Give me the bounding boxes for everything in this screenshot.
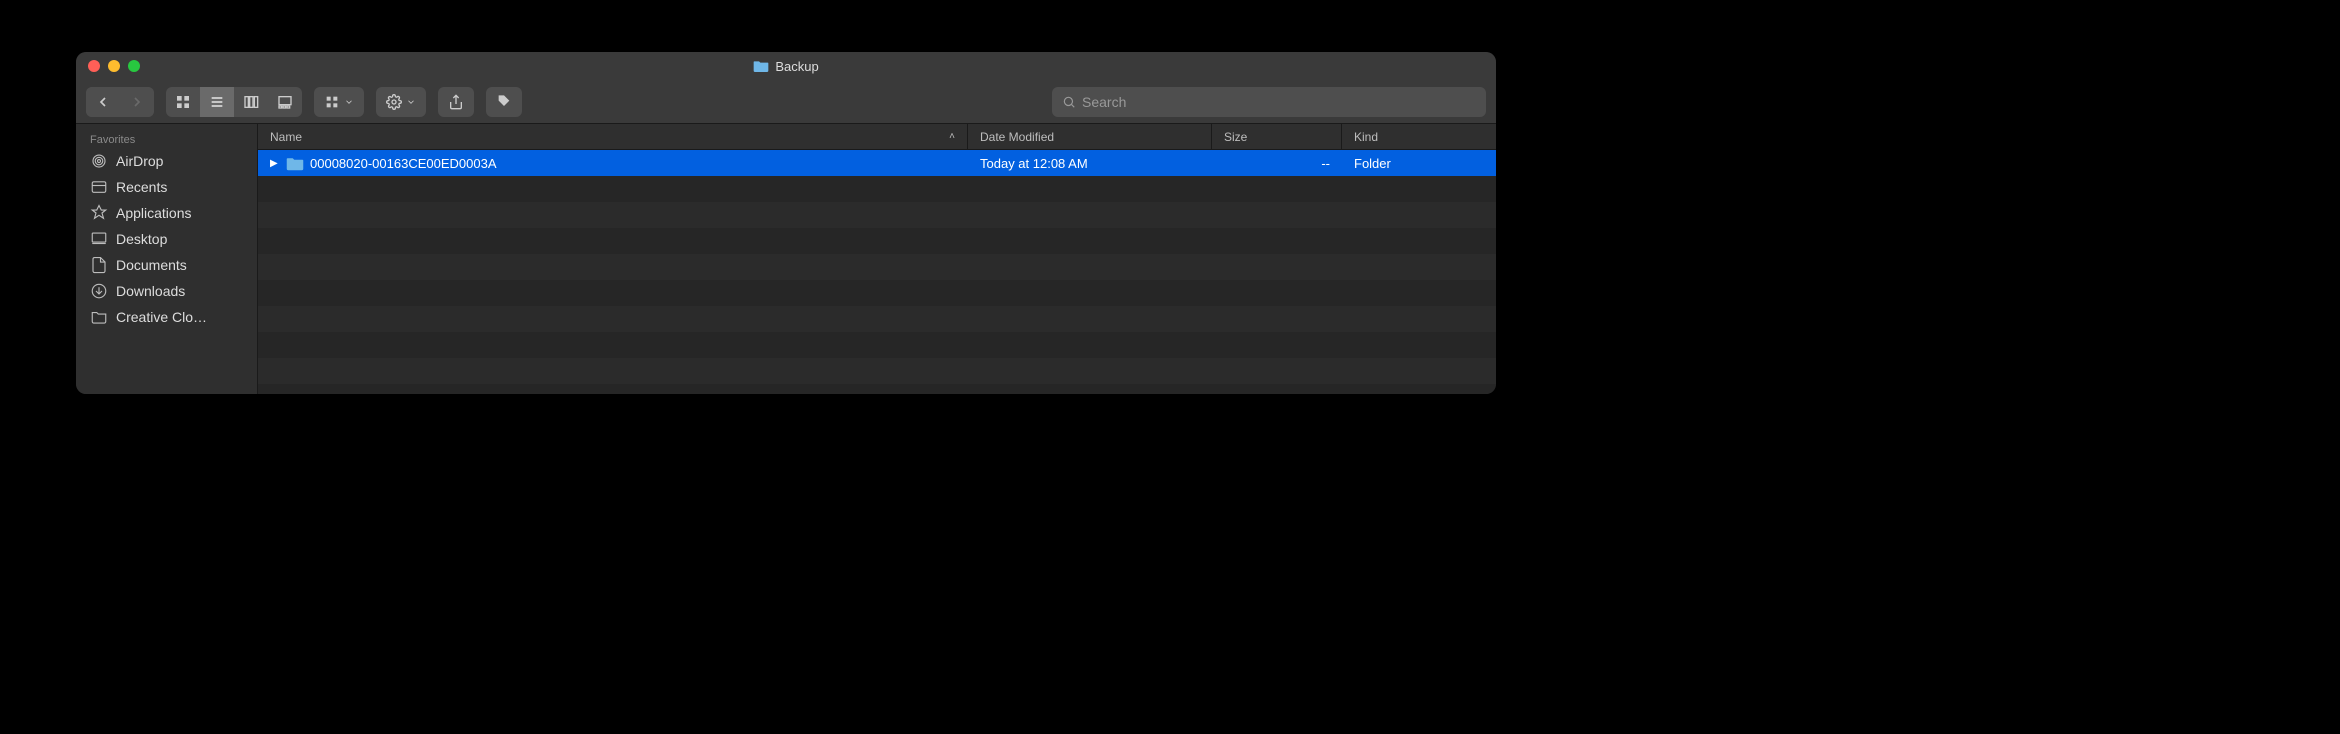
share-button[interactable]	[438, 87, 474, 117]
folder-icon	[90, 308, 108, 326]
airdrop-icon	[90, 152, 108, 170]
list-icon	[209, 94, 225, 110]
sort-ascending-icon: ˄	[949, 131, 955, 142]
file-kind: Folder	[1354, 156, 1391, 171]
disclosure-triangle-icon[interactable]: ▶	[270, 158, 280, 169]
column-label: Kind	[1354, 130, 1378, 144]
tags-button[interactable]	[486, 87, 522, 117]
sidebar-item-desktop[interactable]: Desktop	[76, 226, 257, 252]
empty-row	[258, 176, 1496, 202]
zoom-button[interactable]	[128, 60, 140, 72]
grid-icon	[175, 94, 191, 110]
empty-row	[258, 332, 1496, 358]
sidebar-item-airdrop[interactable]: AirDrop	[76, 148, 257, 174]
sidebar-item-creative-cloud[interactable]: Creative Clo…	[76, 304, 257, 330]
forward-button[interactable]	[120, 87, 154, 117]
gear-icon	[386, 94, 402, 110]
content-area: Name ˄ Date Modified Size Kind ▶ 0000802…	[258, 124, 1496, 394]
desktop-icon	[90, 230, 108, 248]
toolbar	[76, 80, 1496, 124]
close-button[interactable]	[88, 60, 100, 72]
sidebar-item-label: Desktop	[116, 231, 167, 247]
empty-row	[258, 358, 1496, 384]
empty-row	[258, 228, 1496, 254]
arrange-button[interactable]	[314, 87, 364, 117]
empty-row	[258, 254, 1496, 280]
folder-icon	[753, 59, 769, 73]
empty-row	[258, 306, 1496, 332]
column-header-kind[interactable]: Kind	[1342, 124, 1496, 149]
sidebar-item-label: Creative Clo…	[116, 309, 207, 325]
folder-icon	[286, 156, 304, 171]
share-icon	[448, 94, 464, 110]
icon-view-button[interactable]	[166, 87, 200, 117]
window-body: Favorites AirDrop Recents Applications D…	[76, 124, 1496, 394]
cell-size: --	[1212, 150, 1342, 176]
empty-row	[258, 202, 1496, 228]
titlebar[interactable]: Backup	[76, 52, 1496, 80]
action-button[interactable]	[376, 87, 426, 117]
sidebar-item-recents[interactable]: Recents	[76, 174, 257, 200]
sidebar-item-label: Recents	[116, 179, 167, 195]
column-label: Size	[1224, 130, 1247, 144]
file-name: 00008020-00163CE00ED0003A	[310, 156, 497, 171]
sidebar-item-label: AirDrop	[116, 153, 163, 169]
applications-icon	[90, 204, 108, 222]
chevron-right-icon	[129, 94, 145, 110]
search-input[interactable]	[1082, 94, 1476, 110]
empty-row	[258, 280, 1496, 306]
column-view-button[interactable]	[234, 87, 268, 117]
downloads-icon	[90, 282, 108, 300]
sidebar-item-downloads[interactable]: Downloads	[76, 278, 257, 304]
search-icon	[1062, 95, 1076, 109]
traffic-lights	[76, 60, 140, 72]
back-button[interactable]	[86, 87, 120, 117]
minimize-button[interactable]	[108, 60, 120, 72]
column-header-size[interactable]: Size	[1212, 124, 1342, 149]
table-row[interactable]: ▶ 00008020-00163CE00ED0003A Today at 12:…	[258, 150, 1496, 176]
window-title-group: Backup	[76, 59, 1496, 74]
nav-group	[86, 87, 154, 117]
column-header-date[interactable]: Date Modified	[968, 124, 1212, 149]
file-rows: ▶ 00008020-00163CE00ED0003A Today at 12:…	[258, 150, 1496, 394]
gallery-icon	[277, 94, 293, 110]
sidebar-item-label: Documents	[116, 257, 187, 273]
cell-date: Today at 12:08 AM	[968, 150, 1212, 176]
column-headers: Name ˄ Date Modified Size Kind	[258, 124, 1496, 150]
sidebar-item-applications[interactable]: Applications	[76, 200, 257, 226]
documents-icon	[90, 256, 108, 274]
column-label: Date Modified	[980, 130, 1054, 144]
search-field[interactable]	[1052, 87, 1486, 117]
chevron-left-icon	[95, 94, 111, 110]
column-label: Name	[270, 130, 302, 144]
file-size: --	[1321, 156, 1330, 171]
sidebar-item-label: Applications	[116, 205, 192, 221]
window-title: Backup	[775, 59, 818, 74]
sidebar-item-label: Downloads	[116, 283, 185, 299]
gallery-view-button[interactable]	[268, 87, 302, 117]
finder-window: Backup	[76, 52, 1496, 394]
sidebar-item-documents[interactable]: Documents	[76, 252, 257, 278]
cell-kind: Folder	[1342, 150, 1496, 176]
cell-name: ▶ 00008020-00163CE00ED0003A	[258, 150, 968, 176]
tag-icon	[496, 94, 512, 110]
list-view-button[interactable]	[200, 87, 234, 117]
column-header-name[interactable]: Name ˄	[258, 124, 968, 149]
file-date: Today at 12:08 AM	[980, 156, 1088, 171]
chevron-down-icon	[406, 97, 416, 107]
chevron-down-icon	[344, 97, 354, 107]
grid-small-icon	[324, 94, 340, 110]
sidebar-section-label: Favorites	[76, 130, 257, 148]
recents-icon	[90, 178, 108, 196]
columns-icon	[243, 94, 259, 110]
sidebar: Favorites AirDrop Recents Applications D…	[76, 124, 258, 394]
view-group	[166, 87, 302, 117]
